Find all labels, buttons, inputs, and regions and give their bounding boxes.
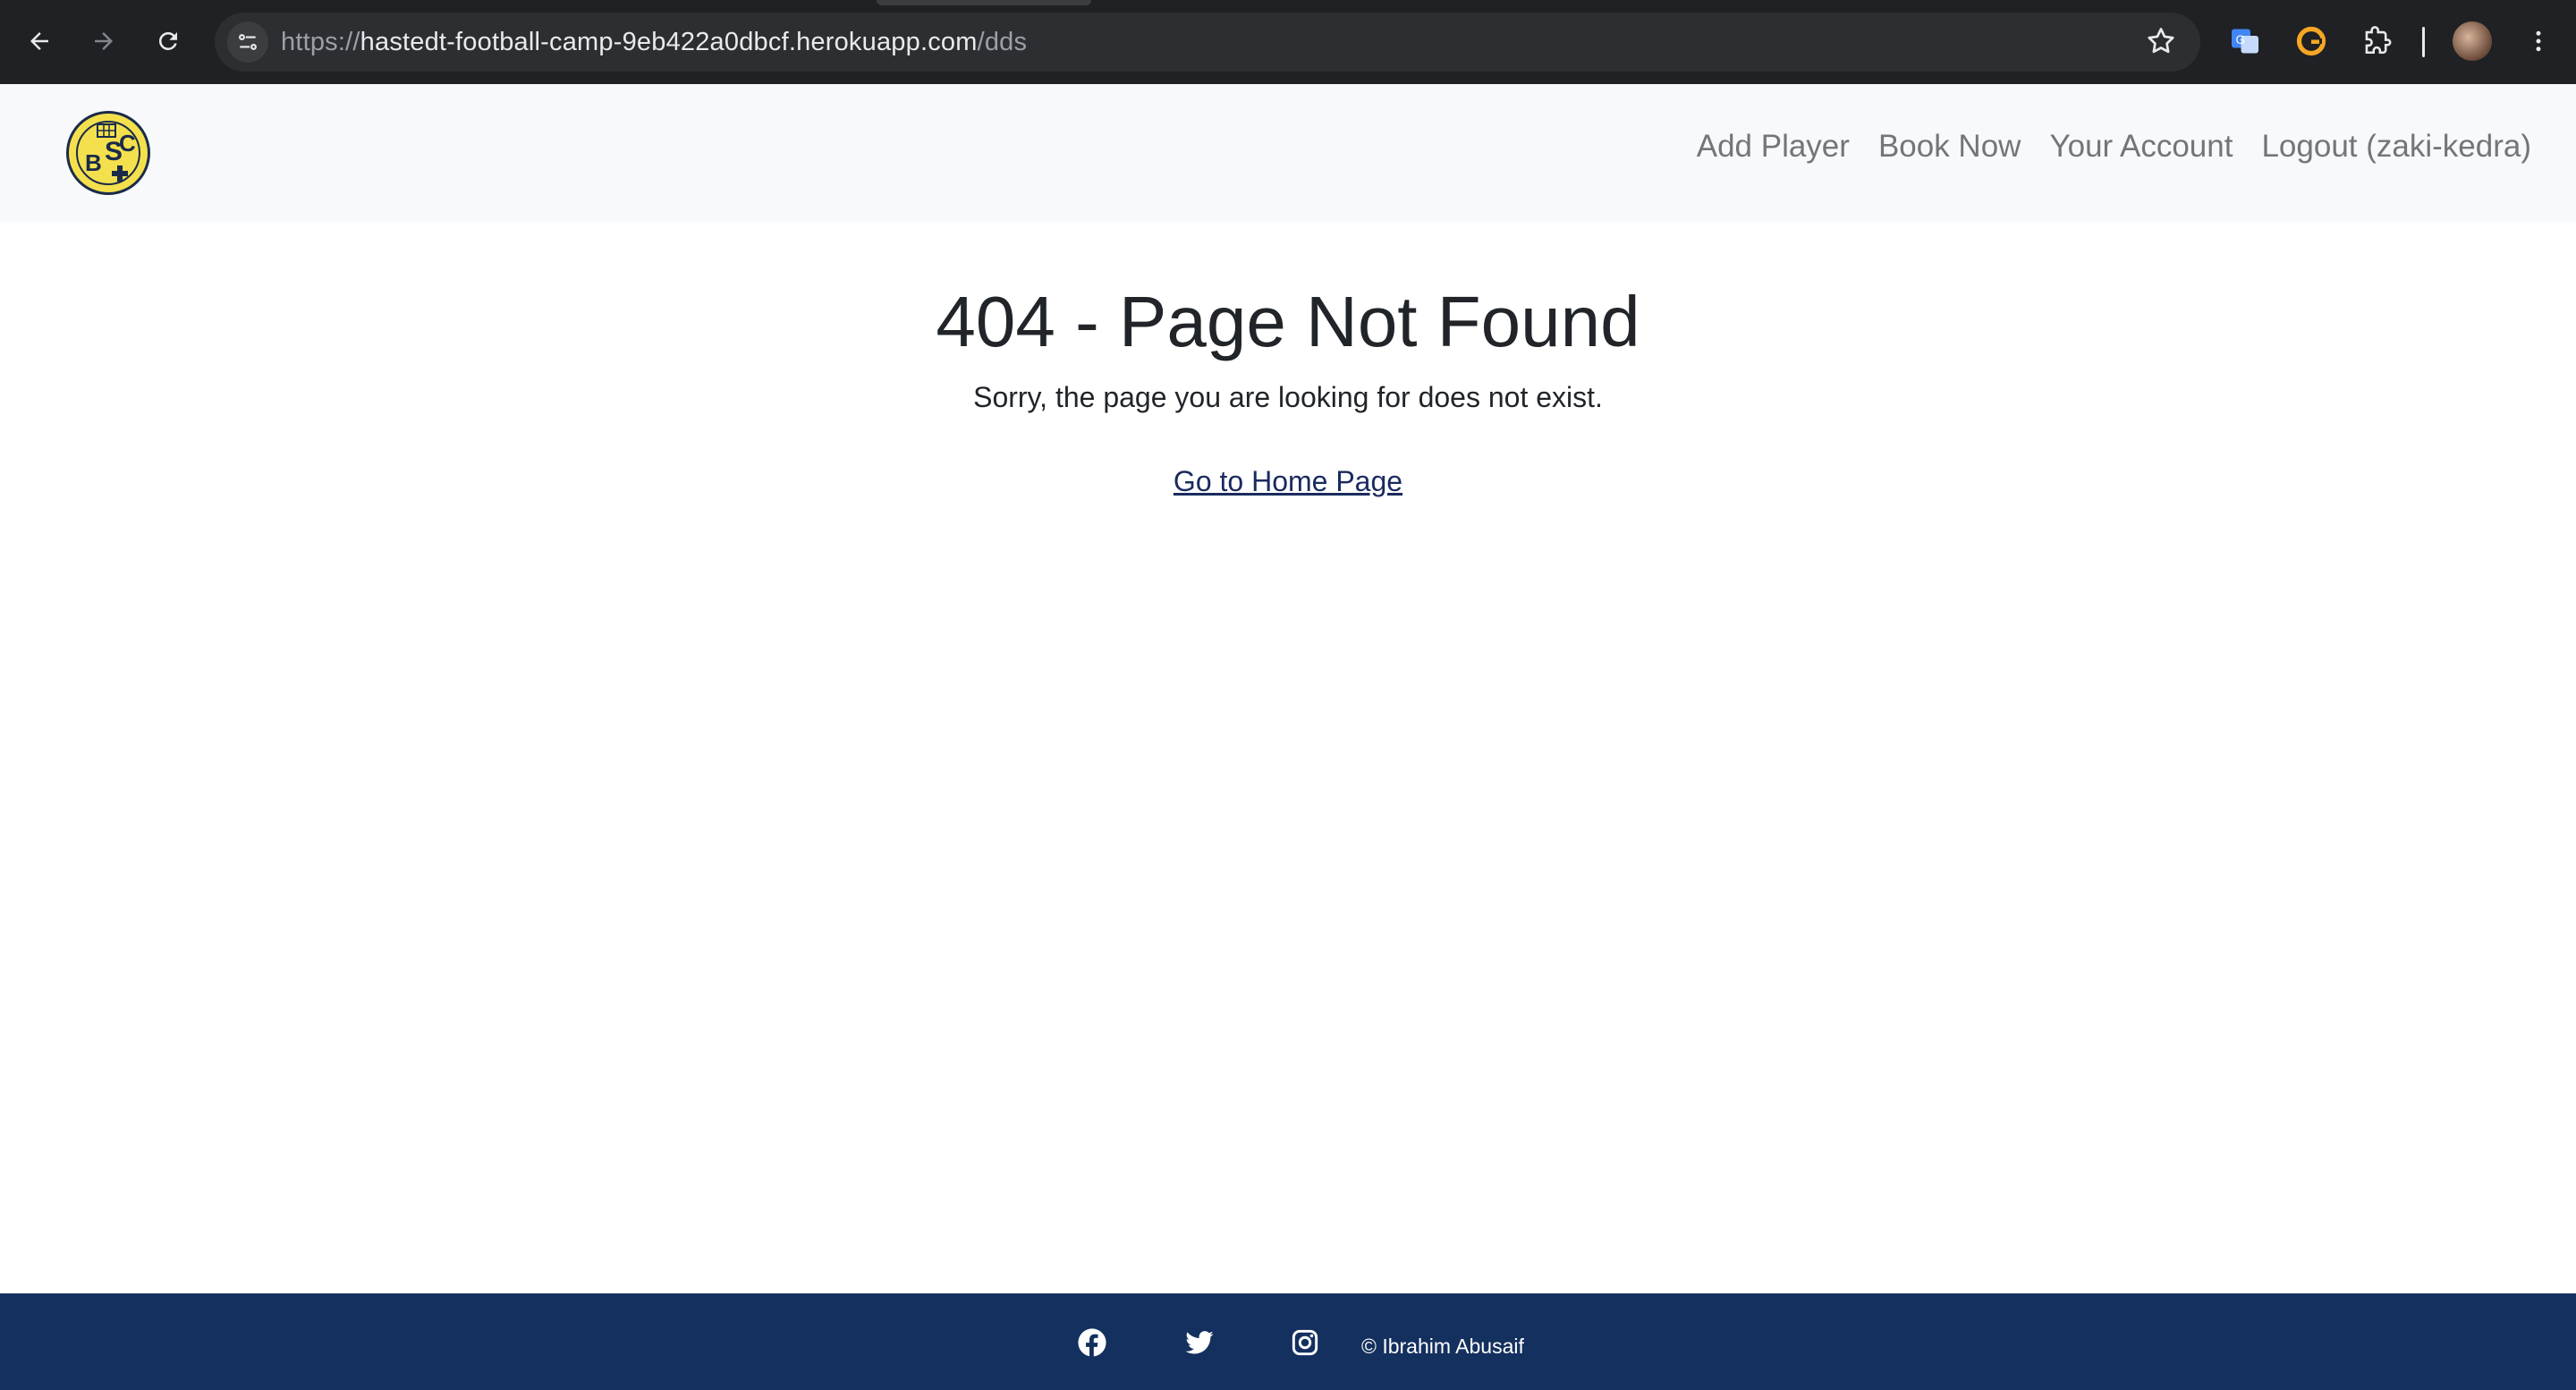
site-settings-icon[interactable] xyxy=(227,21,268,63)
logo-cross-icon xyxy=(112,165,128,182)
copyright-text: © Ibrahim Abusaif xyxy=(1361,1335,1524,1358)
page-title: 404 - Page Not Found xyxy=(936,282,1640,361)
extensions-puzzle-icon[interactable] xyxy=(2360,23,2395,59)
twitter-icon[interactable] xyxy=(1184,1327,1215,1358)
url-host: hastedt-football-camp-9eb422a0dbcf.herok… xyxy=(360,28,978,56)
nav-logout[interactable]: Logout (zaki-kedra) xyxy=(2261,129,2531,165)
home-link-container: Go to Home Page xyxy=(0,465,2576,498)
back-icon[interactable] xyxy=(18,20,61,63)
browser-toolbar: https://hastedt-football-camp-9eb422a0db… xyxy=(0,0,2576,84)
logo-letter-c: C xyxy=(119,130,136,157)
facebook-icon[interactable] xyxy=(1077,1327,1107,1358)
site-footer: © Ibrahim Abusaif xyxy=(0,1293,2576,1390)
menu-dots-icon[interactable] xyxy=(2521,23,2556,59)
reload-icon[interactable] xyxy=(147,20,190,63)
logo-emblem-icon xyxy=(97,123,116,138)
home-link[interactable]: Go to Home Page xyxy=(1174,465,1402,497)
toolbar-divider xyxy=(2422,27,2425,57)
translate-extension-icon[interactable]: G xyxy=(2227,23,2263,59)
url-text: https://hastedt-football-camp-9eb422a0db… xyxy=(281,28,1027,57)
nav-add-player[interactable]: Add Player xyxy=(1697,129,1850,165)
instagram-icon[interactable] xyxy=(1290,1327,1320,1358)
forward-icon[interactable] xyxy=(82,20,125,63)
nav-links: Add Player Book Now Your Account Logout … xyxy=(1697,129,2531,165)
active-tab-indicator xyxy=(877,0,1091,5)
address-bar[interactable]: https://hastedt-football-camp-9eb422a0db… xyxy=(215,13,2200,72)
nav-your-account[interactable]: Your Account xyxy=(2049,129,2233,165)
nav-book-now[interactable]: Book Now xyxy=(1878,129,2021,165)
svg-text:G: G xyxy=(2236,33,2246,47)
error-message: Sorry, the page you are looking for does… xyxy=(973,381,1603,413)
logo-letter-b: B xyxy=(85,149,102,176)
url-path: /dds xyxy=(977,28,1028,56)
site-navbar: B S C Add Player Book Now Your Account L… xyxy=(0,84,2576,222)
grammarly-extension-icon[interactable] xyxy=(2293,23,2329,59)
profile-avatar[interactable] xyxy=(2453,21,2492,61)
url-scheme: https:// xyxy=(281,28,360,56)
club-logo[interactable]: B S C xyxy=(66,111,150,195)
bookmark-star-icon[interactable] xyxy=(2145,25,2177,62)
